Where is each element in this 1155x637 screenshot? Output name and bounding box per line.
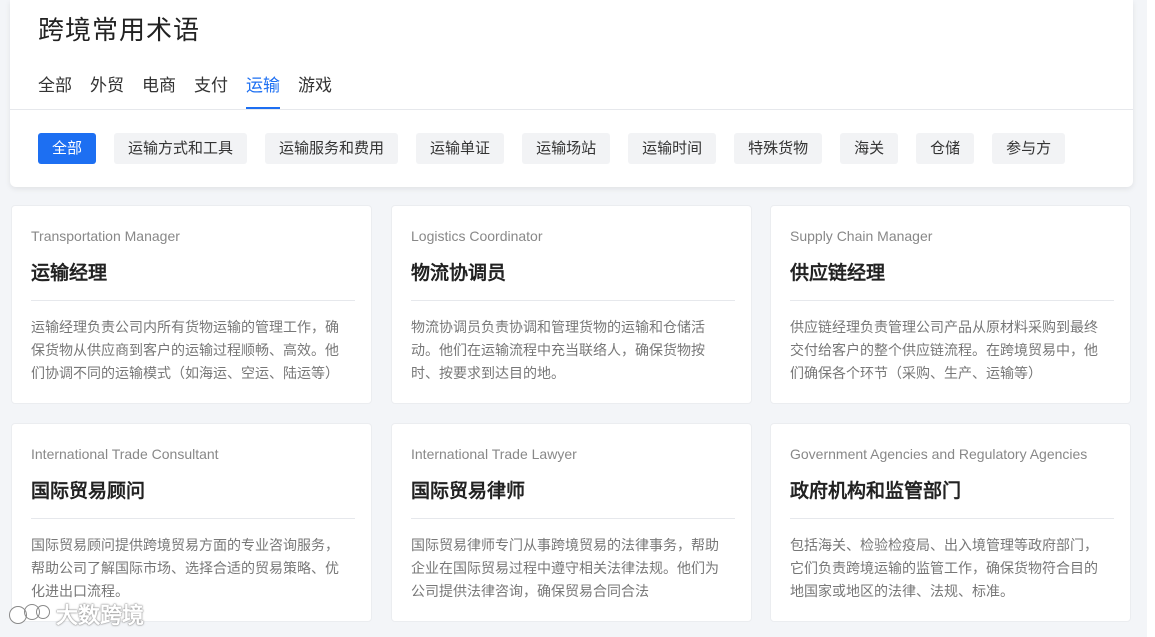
- filter-chip-services-fees[interactable]: 运输服务和费用: [265, 133, 399, 164]
- filter-chip-modes-tools[interactable]: 运输方式和工具: [114, 133, 248, 164]
- watermark-text: 大数跨境: [56, 604, 145, 629]
- filter-chip-all[interactable]: 全部: [38, 133, 97, 164]
- term-description: 国际贸易律师专门从事跨境贸易的法律事务，帮助企业在国际贸易过程中遵守相关法律法规…: [411, 538, 719, 600]
- term-english: International Trade Consultant: [31, 446, 219, 462]
- term-description: 运输经理负责公司内所有货物运输的管理工作，确保货物从供应商到客户的运输过程顺畅、…: [31, 320, 339, 382]
- page-title: 跨境常用术语: [38, 16, 201, 46]
- tab-all[interactable]: 全部: [38, 74, 72, 109]
- tab-gaming[interactable]: 游戏: [298, 74, 332, 109]
- term-chinese: 供应链经理: [790, 262, 886, 284]
- term-card[interactable]: International Trade Lawyer 国际贸易律师 国际贸易律师…: [391, 423, 752, 622]
- term-english: Logistics Coordinator: [411, 228, 543, 244]
- filter-chip-terminals[interactable]: 运输场站: [522, 133, 611, 164]
- filter-chip-documents[interactable]: 运输单证: [416, 133, 505, 164]
- term-chinese: 国际贸易律师: [411, 480, 526, 502]
- card-divider: [790, 518, 1114, 519]
- term-english: Government Agencies and Regulatory Agenc…: [790, 446, 1088, 462]
- right-edge-strip: [1147, 0, 1155, 637]
- term-english: International Trade Lawyer: [411, 446, 577, 462]
- term-chinese: 政府机构和监管部门: [790, 480, 962, 502]
- card-divider: [31, 300, 355, 301]
- filter-chip-parties[interactable]: 参与方: [992, 133, 1066, 164]
- tab-payment[interactable]: 支付: [194, 74, 228, 109]
- tab-foreign-trade[interactable]: 外贸: [90, 74, 124, 109]
- filter-chip-time[interactable]: 运输时间: [628, 133, 717, 164]
- category-panel: 跨境常用术语 全部 外贸 电商 支付 运输 游戏 全部 运输方式和工具 运输服务…: [10, 0, 1133, 187]
- card-divider: [411, 518, 735, 519]
- term-description: 供应链经理负责管理公司产品从原材料采购到最终交付给客户的整个供应链流程。在跨境贸…: [790, 320, 1098, 382]
- filter-chip-special-cargo[interactable]: 特殊货物: [734, 133, 823, 164]
- card-divider: [790, 300, 1114, 301]
- term-chinese: 国际贸易顾问: [31, 480, 146, 502]
- term-chinese: 运输经理: [31, 262, 108, 284]
- term-english: Transportation Manager: [31, 228, 180, 244]
- term-english: Supply Chain Manager: [790, 228, 933, 244]
- card-divider: [31, 518, 355, 519]
- watermark: 大数跨境: [8, 598, 144, 630]
- term-card[interactable]: Government Agencies and Regulatory Agenc…: [770, 423, 1131, 622]
- term-description: 包括海关、检验检疫局、出入境管理等政府部门，它们负责跨境运输的监管工作，确保货物…: [790, 538, 1098, 600]
- term-description: 国际贸易顾问提供跨境贸易方面的专业咨询服务，帮助公司了解国际市场、选择合适的贸易…: [31, 538, 339, 600]
- term-card[interactable]: Supply Chain Manager 供应链经理 供应链经理负责管理公司产品…: [770, 205, 1131, 404]
- category-tabs: 全部 外贸 电商 支付 运输 游戏: [38, 74, 332, 109]
- term-card[interactable]: Logistics Coordinator 物流协调员 物流协调员负责协调和管理…: [391, 205, 752, 404]
- subcategory-filters: 全部 运输方式和工具 运输服务和费用 运输单证 运输场站 运输时间 特殊货物 海…: [38, 133, 1066, 164]
- filter-chip-warehousing[interactable]: 仓储: [916, 133, 975, 164]
- tab-transport[interactable]: 运输: [246, 74, 280, 109]
- term-description: 物流协调员负责协调和管理货物的运输和仓储活动。他们在运输流程中充当联络人，确保货…: [411, 320, 705, 382]
- card-divider: [411, 300, 735, 301]
- filter-chip-customs[interactable]: 海关: [840, 133, 899, 164]
- term-card[interactable]: Transportation Manager 运输经理 运输经理负责公司内所有货…: [11, 205, 372, 404]
- term-chinese: 物流协调员: [411, 262, 507, 284]
- watermark-logo-icon: [9, 604, 50, 624]
- tabs-divider: [10, 109, 1133, 110]
- term-card[interactable]: International Trade Consultant 国际贸易顾问 国际…: [11, 423, 372, 622]
- tab-ecommerce[interactable]: 电商: [142, 74, 176, 109]
